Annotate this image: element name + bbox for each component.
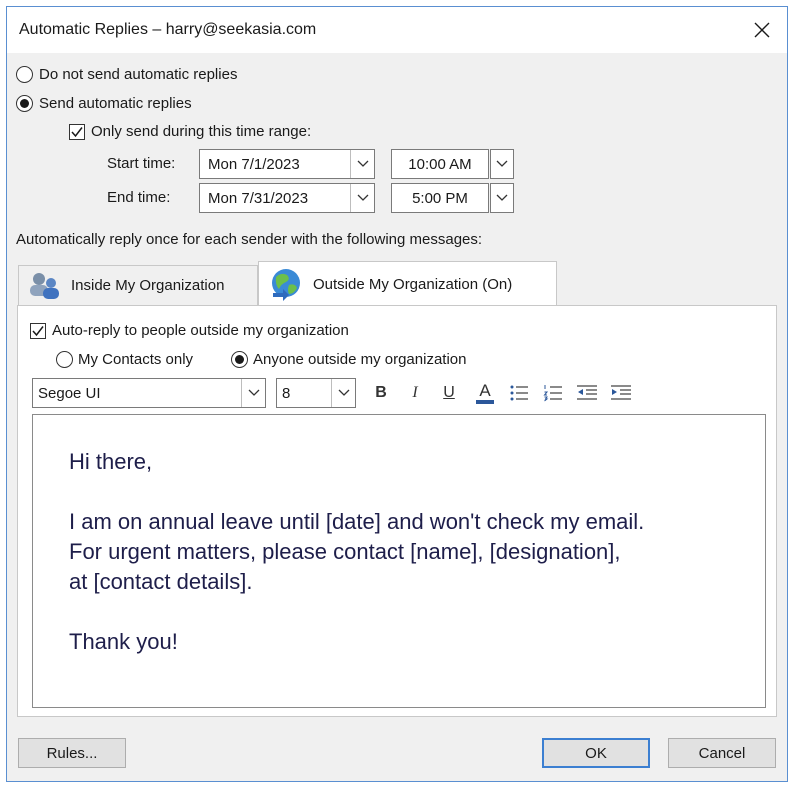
time-range-label: Only send during this time range:: [91, 123, 312, 140]
cancel-button[interactable]: Cancel: [668, 738, 776, 768]
font-family-dropdown[interactable]: [241, 379, 265, 407]
start-time-label: Start time:: [107, 155, 176, 172]
do-not-send-label: Do not send automatic replies: [39, 66, 238, 83]
end-time-value: 5:00 PM: [412, 189, 468, 207]
automatic-replies-dialog: Automatic Replies – harry@seekasia.com D…: [6, 6, 788, 782]
end-time-field[interactable]: 5:00 PM: [391, 183, 489, 213]
chevron-down-icon: [496, 194, 508, 201]
chevron-down-icon: [496, 160, 508, 167]
bullets-button[interactable]: [506, 378, 532, 408]
send-radio[interactable]: [16, 95, 33, 112]
start-time-dropdown[interactable]: [490, 149, 514, 179]
close-button[interactable]: [747, 15, 777, 45]
tab-inside-organization[interactable]: Inside My Organization: [18, 265, 258, 305]
increase-indent-button[interactable]: [608, 378, 634, 408]
tab-outside-label: Outside My Organization (On): [313, 275, 513, 293]
people-icon: [30, 272, 59, 299]
auto-reply-label: Auto-reply to people outside my organiza…: [52, 322, 349, 339]
increase-indent-icon: [611, 385, 631, 400]
instruction-text: Automatically reply once for each sender…: [16, 231, 483, 248]
chevron-down-icon: [338, 389, 349, 396]
font-color-bar: [476, 400, 494, 404]
bullet-list-icon: [510, 385, 528, 401]
numbered-list-icon: [543, 385, 562, 402]
checkmark-icon: [32, 325, 44, 336]
bold-button[interactable]: B: [368, 378, 394, 408]
send-label: Send automatic replies: [39, 95, 192, 112]
anyone-option[interactable]: Anyone outside my organization: [231, 351, 466, 368]
tab-inside-label: Inside My Organization: [71, 277, 225, 294]
font-size-dropdown[interactable]: [331, 379, 355, 407]
send-option[interactable]: Send automatic replies: [16, 95, 192, 112]
window-title: Automatic Replies – harry@seekasia.com: [19, 21, 317, 38]
anyone-radio[interactable]: [231, 351, 248, 368]
outside-organization-panel: Auto-reply to people outside my organiza…: [17, 305, 777, 717]
font-color-letter: A: [479, 381, 491, 400]
auto-reply-checkbox[interactable]: [30, 322, 46, 339]
font-size-select[interactable]: 8: [276, 378, 356, 408]
contacts-only-radio[interactable]: [56, 351, 73, 368]
underline-button[interactable]: U: [436, 378, 462, 408]
font-size-value: 8: [282, 384, 291, 402]
title-bar: Automatic Replies – harry@seekasia.com: [7, 7, 787, 53]
formatting-toolbar: Segoe UI 8 B I U A: [32, 378, 772, 410]
checkmark-icon: [71, 126, 83, 137]
message-greeting: Hi there,: [69, 449, 153, 474]
message-line-1: I am on annual leave until [date] and wo…: [69, 509, 645, 534]
ok-button[interactable]: OK: [542, 738, 650, 768]
time-range-option[interactable]: Only send during this time range:: [69, 123, 311, 140]
auto-reply-option[interactable]: Auto-reply to people outside my organiza…: [30, 322, 349, 339]
globe-icon: [272, 269, 300, 301]
italic-button[interactable]: I: [402, 378, 428, 408]
chevron-down-icon: [357, 194, 368, 201]
time-range-checkbox[interactable]: [69, 123, 85, 140]
rules-button[interactable]: Rules...: [18, 738, 126, 768]
message-line-2: For urgent matters, please contact [name…: [69, 539, 621, 564]
start-time-field[interactable]: 10:00 AM: [391, 149, 489, 179]
decrease-indent-button[interactable]: [574, 378, 600, 408]
contacts-only-option[interactable]: My Contacts only: [56, 351, 193, 368]
message-closing: Thank you!: [69, 629, 178, 654]
start-date-picker[interactable]: Mon 7/1/2023: [199, 149, 375, 179]
contacts-only-label: My Contacts only: [78, 351, 194, 368]
start-date-value: Mon 7/1/2023: [208, 155, 300, 173]
numbering-button[interactable]: [540, 378, 566, 408]
do-not-send-option[interactable]: Do not send automatic replies: [16, 66, 237, 83]
end-date-value: Mon 7/31/2023: [208, 189, 309, 207]
message-editor[interactable]: Hi there, I am on annual leave until [da…: [32, 414, 766, 708]
tab-outside-organization[interactable]: Outside My Organization (On): [258, 261, 557, 306]
message-line-3: at [contact details].: [69, 569, 253, 594]
end-time-dropdown[interactable]: [490, 183, 514, 213]
anyone-label: Anyone outside my organization: [253, 351, 467, 368]
chevron-down-icon: [357, 160, 368, 167]
close-icon: [754, 22, 770, 38]
font-family-value: Segoe UI: [38, 384, 101, 402]
start-time-value: 10:00 AM: [408, 155, 472, 173]
end-time-label: End time:: [107, 189, 171, 206]
font-family-select[interactable]: Segoe UI: [32, 378, 266, 408]
font-color-button[interactable]: A: [472, 378, 498, 408]
decrease-indent-icon: [577, 385, 597, 400]
do-not-send-radio[interactable]: [16, 66, 33, 83]
end-date-picker[interactable]: Mon 7/31/2023: [199, 183, 375, 213]
start-date-dropdown[interactable]: [350, 150, 374, 178]
end-date-dropdown[interactable]: [350, 184, 374, 212]
chevron-down-icon: [248, 389, 259, 396]
